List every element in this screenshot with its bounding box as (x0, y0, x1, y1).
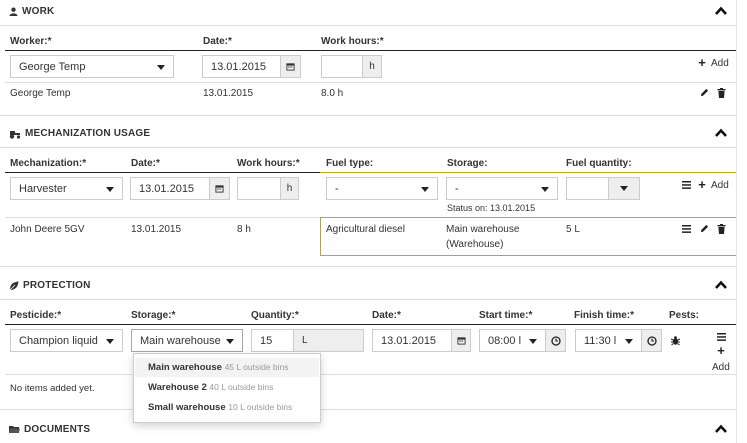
plus-icon[interactable]: + (697, 177, 707, 192)
work-section-title: WORK (9, 6, 54, 17)
row-divider (5, 217, 320, 218)
finish-time-select[interactable]: 11:30 l (575, 329, 642, 352)
storage-select[interactable]: - (446, 177, 558, 200)
mech-date-input[interactable]: 13.01.2015 (130, 177, 210, 200)
mech-row-date: 13.01.2015 (131, 224, 182, 235)
bug-icon[interactable] (669, 334, 681, 346)
divider (0, 147, 736, 148)
dropdown-option-warehouse-2[interactable]: Warehouse 2 40 L outside bins (148, 382, 273, 393)
fuel-type-select[interactable]: - (326, 177, 438, 200)
header-divider (5, 324, 736, 325)
quantity-unit-select[interactable]: L (293, 329, 364, 352)
fuel-group-border (320, 255, 736, 256)
mech-hours-label: Work hours:* (237, 158, 300, 169)
date-label: Date:* (203, 36, 232, 47)
work-row-date: 13.01.2015 (203, 88, 254, 99)
storage-dropdown-menu: Main warehouse 45 L outside bins Warehou… (133, 353, 321, 423)
trash-icon[interactable] (716, 223, 726, 234)
documents-section-title: DOCUMENTS (9, 424, 90, 435)
calendar-icon[interactable] (280, 55, 301, 78)
worker-label: Worker:* (10, 36, 52, 47)
list-icon[interactable] (681, 224, 691, 234)
clock-icon[interactable] (545, 329, 566, 352)
collapse-mechanization-icon[interactable] (715, 125, 727, 141)
mechanization-label: Mechanization:* (10, 158, 87, 169)
pests-label: Pests: (669, 310, 700, 321)
mech-row-fuel-qty: 5 L (566, 224, 580, 235)
plus-icon[interactable]: + (716, 343, 726, 358)
finish-time-label: Finish time:* (574, 310, 635, 321)
pencil-icon[interactable] (699, 223, 709, 234)
mech-row-storage: Main warehouse (446, 224, 520, 235)
pesticide-select[interactable]: Champion liquid (10, 329, 123, 352)
work-row-hours: 8.0 h (321, 88, 344, 99)
pencil-icon[interactable] (699, 87, 709, 98)
pesticide-label: Pesticide:* (10, 310, 62, 321)
row-divider (5, 374, 736, 375)
collapse-work-icon[interactable] (715, 3, 727, 19)
prot-storage-label: Storage:* (131, 310, 176, 321)
add-work-button[interactable]: Add (711, 58, 729, 69)
divider (0, 299, 736, 300)
section-divider (0, 115, 736, 116)
quantity-label: Quantity:* (251, 310, 299, 321)
prot-storage-select[interactable]: Main warehouse (131, 329, 243, 352)
empty-message: No items added yet. (10, 383, 95, 394)
section-divider (0, 266, 736, 267)
user-icon (9, 7, 18, 16)
divider (0, 25, 736, 26)
fuel-quantity-input[interactable] (566, 177, 609, 200)
collapse-protection-icon[interactable] (715, 277, 727, 293)
hours-unit: h (280, 177, 299, 200)
leaf-icon (9, 281, 19, 291)
mech-row-hours: 8 h (237, 224, 251, 235)
add-protection-button[interactable]: Add (712, 362, 730, 373)
work-date-input[interactable]: 13.01.2015 (202, 55, 281, 78)
dropdown-option-main-warehouse[interactable]: Main warehouse 45 L outside bins (135, 358, 319, 377)
mech-row-storage-type: (Warehouse) (446, 239, 504, 250)
work-row-worker: George Temp (10, 88, 71, 99)
fuel-type-label: Fuel type: (326, 158, 374, 169)
section-divider (0, 409, 736, 410)
fuel-group-border (320, 217, 321, 255)
row-divider (5, 82, 736, 83)
clock-icon[interactable] (641, 329, 662, 352)
folder-icon (9, 425, 20, 434)
work-hours-input[interactable] (321, 55, 363, 78)
tractor-icon (9, 129, 21, 139)
header-divider (5, 50, 736, 51)
calendar-icon[interactable] (451, 329, 471, 352)
calendar-icon[interactable] (209, 177, 230, 200)
storage-status: Status on: 13.01.2015 (447, 203, 536, 213)
storage-label: Storage: (447, 158, 488, 169)
prot-date-label: Date:* (372, 310, 401, 321)
header-divider (5, 172, 325, 173)
work-hours-label: Work hours:* (321, 36, 384, 47)
quantity-input[interactable]: 15 (251, 329, 294, 352)
trash-icon[interactable] (716, 87, 726, 98)
mechanization-select[interactable]: Harvester (10, 177, 123, 200)
fuel-group-border (320, 217, 736, 218)
start-time-select[interactable]: 08:00 l (479, 329, 546, 352)
list-icon[interactable] (681, 180, 691, 190)
mech-row-name: John Deere 5GV (10, 224, 85, 235)
scroll-border (736, 0, 737, 443)
mech-row-fuel-type: Agricultural diesel (326, 224, 405, 235)
collapse-documents-icon[interactable] (715, 421, 727, 437)
mech-date-label: Date:* (131, 158, 160, 169)
hours-unit: h (362, 55, 382, 78)
start-time-label: Start time:* (479, 310, 533, 321)
fuel-quantity-label: Fuel quantity: (566, 158, 632, 169)
mechanization-section-title: MECHANIZATION USAGE (9, 128, 150, 139)
add-mechanization-button[interactable]: Add (711, 180, 729, 191)
plus-icon[interactable]: + (697, 55, 707, 70)
prot-date-input[interactable]: 13.01.2015 (372, 329, 452, 352)
fuel-group-border (320, 172, 736, 173)
list-icon[interactable] (716, 332, 726, 342)
protection-section-title: PROTECTION (9, 280, 91, 291)
worker-select[interactable]: George Temp (10, 55, 174, 78)
fuel-unit-select[interactable] (608, 177, 640, 200)
dropdown-option-small-warehouse[interactable]: Small warehouse 10 L outside bins (148, 402, 292, 413)
mech-hours-input[interactable] (237, 177, 281, 200)
